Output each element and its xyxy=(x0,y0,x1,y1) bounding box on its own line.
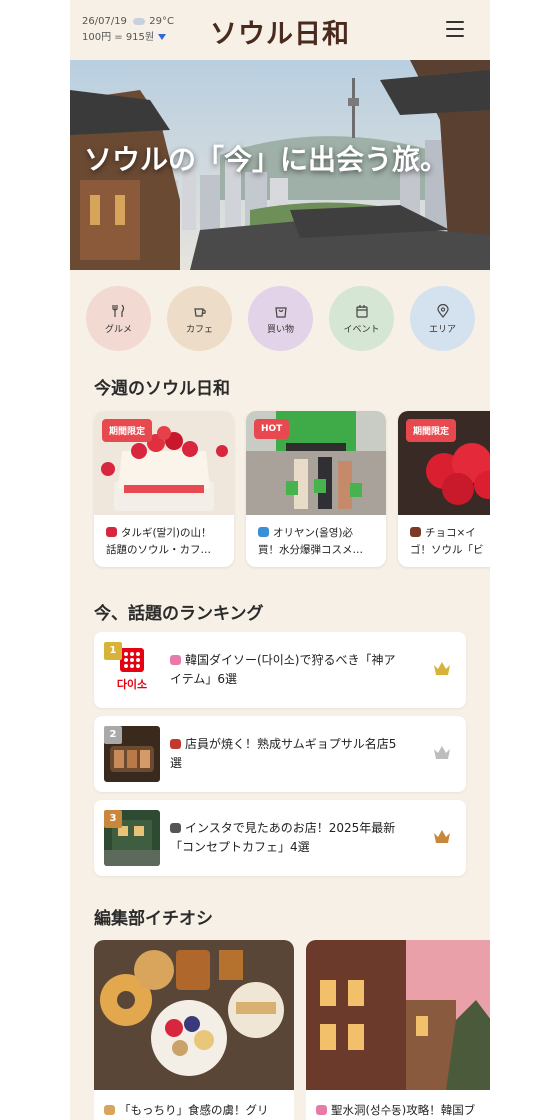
ranking-title: 店員が焼く！熟成サムギョプサル名店5 選 xyxy=(170,735,424,773)
card-title-line1: オリヤン(올영)必 xyxy=(273,527,354,539)
limited-badge: 期間限定 xyxy=(406,419,457,442)
category-label: イベント xyxy=(343,325,380,335)
silver-crown-icon xyxy=(434,746,450,759)
card-image xyxy=(94,940,294,1090)
ranking-title-line2: イテム」6選 xyxy=(170,672,238,686)
weekly-card-carousel[interactable]: 期間限定 タルギ(딸기)の山！ 話題のソウル・カフ… HOT オリヤン(올영)必… xyxy=(94,411,490,571)
shopping-bag-icon xyxy=(275,307,287,318)
ranking-item-2[interactable]: 2 店員が焼く！熟成サムギョプサル名店5 選 xyxy=(94,716,466,792)
card-title: チョコ×イ ゴ！ソウル「ビ xyxy=(410,525,490,559)
bronze-crown-icon xyxy=(434,830,450,843)
limited-badge: 期間限定 xyxy=(102,419,153,442)
bagel-icon xyxy=(104,1105,115,1115)
strawberry-icon xyxy=(106,527,117,537)
category-area[interactable]: エリア xyxy=(410,286,475,351)
category-label: 買い物 xyxy=(266,325,294,335)
category-label: カフェ xyxy=(185,325,213,335)
category-label: グルメ xyxy=(104,325,132,335)
header: 26/07/19 29°C 100円 = 915원 ソウル日和 xyxy=(70,0,490,60)
ranking-title-line1: 店員が焼く！熟成サムギョプサル名店5 xyxy=(185,737,397,751)
daiso-logo-text: 다이소 xyxy=(117,677,147,691)
ranking-title-line1: 韓国ダイソー(다이소)で狩るべき「神ア xyxy=(185,653,396,667)
card-title-line1: タルギ(딸기)の山！ xyxy=(121,527,212,539)
hot-badge: HOT xyxy=(254,419,290,439)
water-drop-icon xyxy=(258,527,269,537)
card-title-line1: チョコ×イ xyxy=(425,527,476,539)
app-screen: 26/07/19 29°C 100円 = 915원 ソウル日和 ソウルの「今」に… xyxy=(70,0,490,1120)
category-row: グルメ カフェ 買い物 イベント エリア xyxy=(86,286,476,352)
editors-pick-carousel[interactable]: 「もっちり」食感の虜！グリ 聖水洞(성수동)攻略！韓国ブ xyxy=(94,940,490,1120)
calendar-icon xyxy=(356,305,368,318)
card-title: タルギ(딸기)の山！ 話題のソウル・カフ… xyxy=(106,525,228,559)
ranking-title: 韓国ダイソー(다이소)で狩るべき「神ア イテム」6選 xyxy=(170,651,424,689)
gold-crown-icon xyxy=(434,662,450,675)
utensils-icon xyxy=(112,304,125,317)
card-title-text: 聖水洞(성수동)攻略！韓国ブ xyxy=(331,1103,476,1117)
editors-section-title: 編集部イチオシ xyxy=(94,909,213,929)
card-title-text: 「もっちり」食感の虜！グリ xyxy=(119,1103,269,1117)
weekly-card[interactable]: 期間限定 チョコ×イ ゴ！ソウル「ビ xyxy=(398,411,490,567)
weekly-card[interactable]: HOT オリヤン(올영)必 買！水分爆弾コスメ… xyxy=(246,411,386,567)
card-title-line2: 買！水分爆弾コスメ… xyxy=(258,544,363,556)
rank-number: 1 xyxy=(104,642,122,660)
hamburger-menu-icon[interactable] xyxy=(446,21,464,37)
chocolate-strawberry-icon xyxy=(410,527,421,537)
meat-icon xyxy=(170,739,181,749)
card-title-line2: 話題のソウル・カフ… xyxy=(106,544,211,556)
category-gourmet[interactable]: グルメ xyxy=(86,286,151,351)
weekly-card[interactable]: 期間限定 タルギ(딸기)の山！ 話題のソウル・カフ… xyxy=(94,411,234,567)
category-cafe[interactable]: カフェ xyxy=(167,286,232,351)
editors-pick-card[interactable]: 「もっちり」食感の虜！グリ xyxy=(94,940,294,1120)
card-title: 「もっちり」食感の虜！グリ xyxy=(104,1102,269,1118)
ranking-title-line1: インスタで見たあのお店！2025年最新 xyxy=(185,821,396,835)
map-pin-icon xyxy=(437,304,449,318)
shopping-bags-icon xyxy=(170,655,181,665)
card-title: オリヤン(올영)必 買！水分爆弾コスメ… xyxy=(258,525,380,559)
card-title-line2: ゴ！ソウル「ビ xyxy=(410,544,484,556)
ranking-section-title: 今、話題のランキング xyxy=(94,604,264,624)
category-shopping[interactable]: 買い物 xyxy=(248,286,313,351)
ranking-item-3[interactable]: 3 インスタで見たあのお店！2025年最新 「コンセプトカフェ」4選 xyxy=(94,800,466,876)
ranking-title-line2: 「コンセプトカフェ」4選 xyxy=(170,840,310,854)
hero-title: ソウルの「今」に出会う旅。 xyxy=(84,143,449,176)
ranking-title-line2: 選 xyxy=(170,756,183,770)
site-logo[interactable]: ソウル日和 xyxy=(70,12,490,51)
rank-number: 2 xyxy=(104,726,122,744)
editors-pick-card[interactable]: 聖水洞(성수동)攻略！韓国ブ xyxy=(306,940,490,1120)
hero-banner[interactable]: ソウルの「今」に出会う旅。 xyxy=(70,60,490,270)
camera-icon xyxy=(170,823,181,833)
shopping-bags-icon xyxy=(316,1105,327,1115)
ranking-item-1[interactable]: 다이소 1 韓国ダイソー(다이소)で狩るべき「神ア イテム」6選 xyxy=(94,632,466,708)
weekly-section-title: 今週のソウル日和 xyxy=(94,379,230,399)
coffee-icon xyxy=(194,308,206,317)
category-label: エリア xyxy=(428,325,456,335)
rank-number: 3 xyxy=(104,810,122,828)
ranking-title: インスタで見たあのお店！2025年最新 「コンセプトカフェ」4選 xyxy=(170,819,424,857)
card-image xyxy=(306,940,490,1090)
card-title: 聖水洞(성수동)攻略！韓国ブ xyxy=(316,1102,475,1118)
category-event[interactable]: イベント xyxy=(329,286,394,351)
